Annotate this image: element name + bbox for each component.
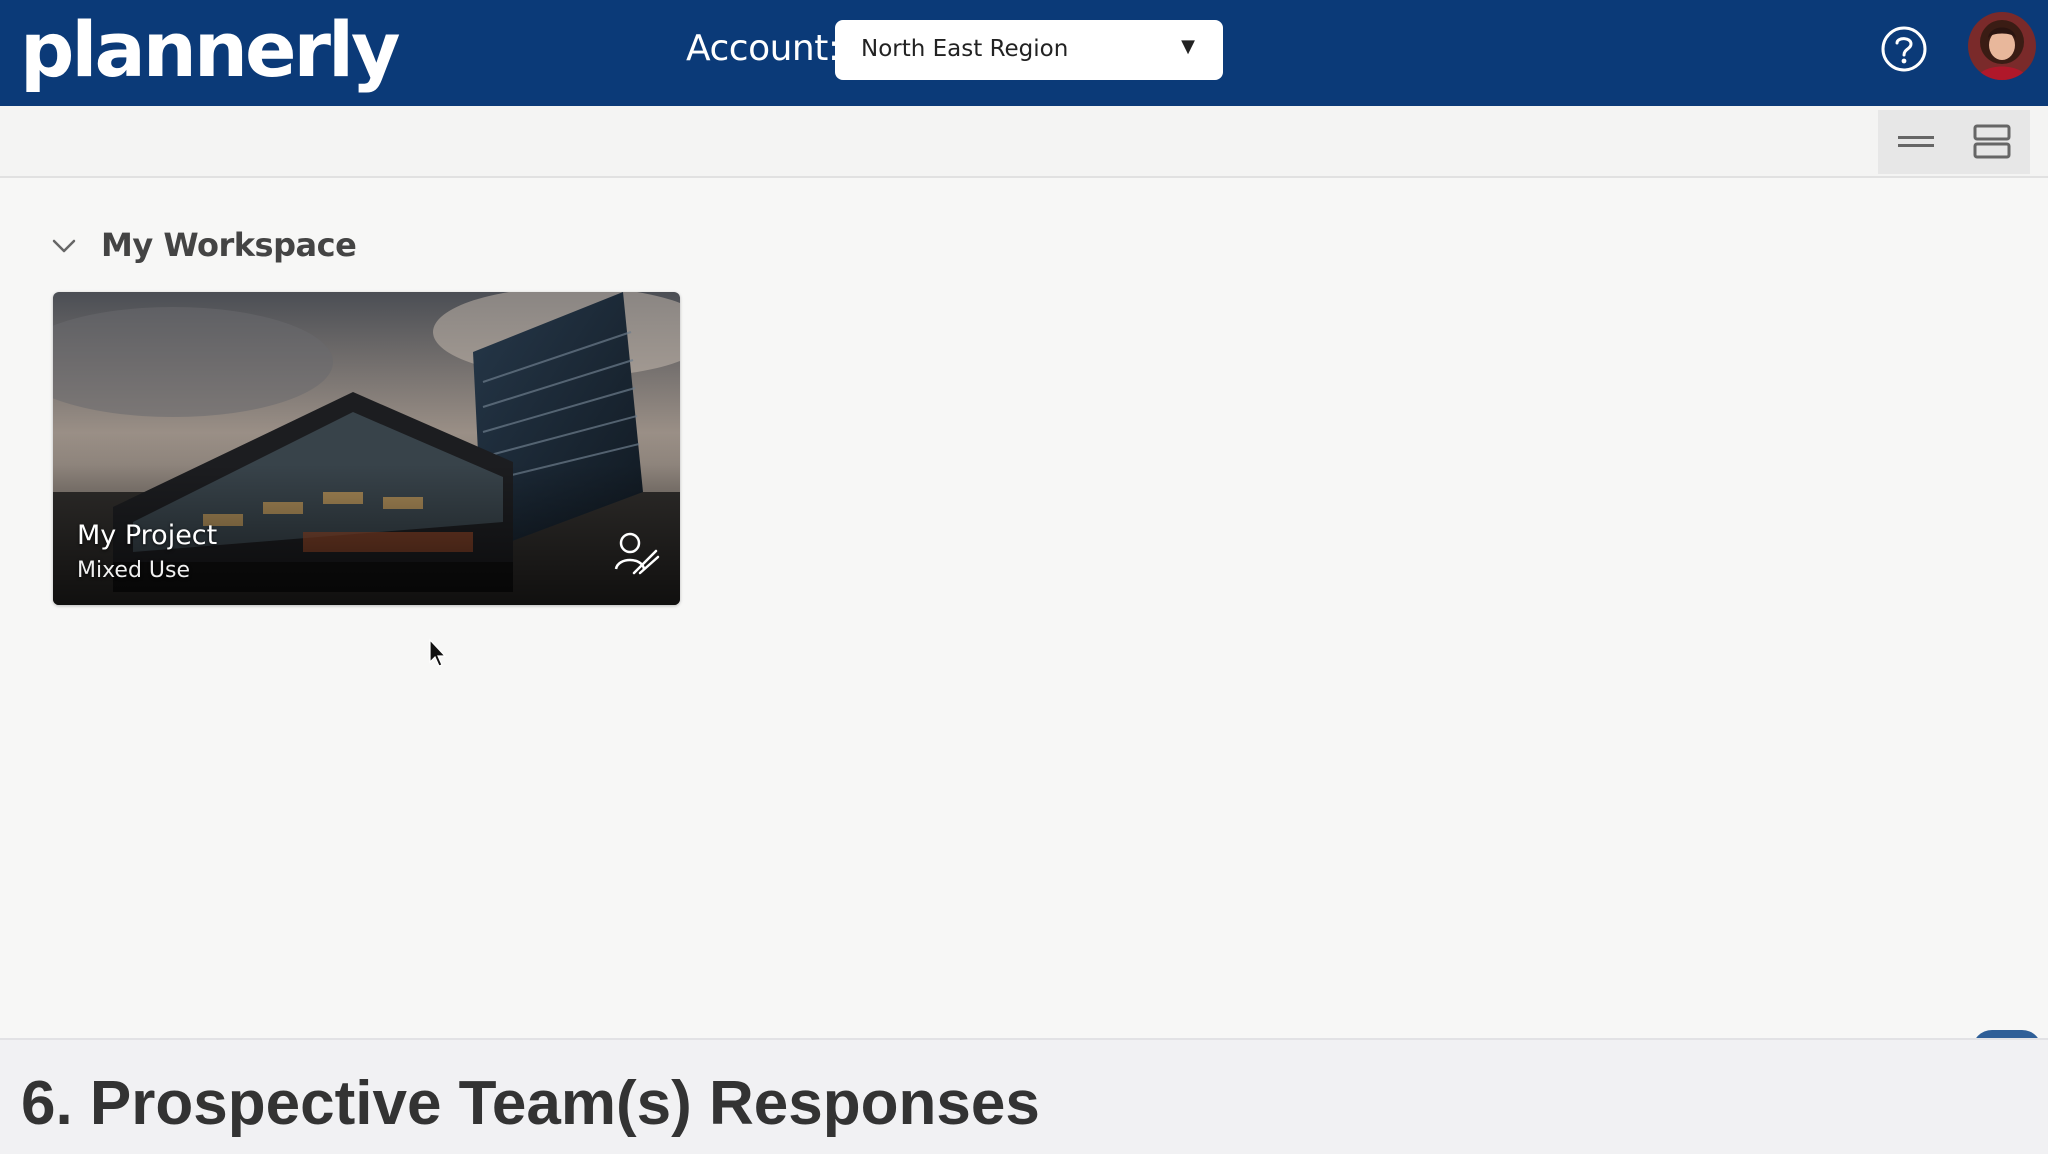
- account-label: Account:: [686, 28, 840, 69]
- toolbar: [0, 106, 2048, 178]
- help-circle-icon[interactable]: [1880, 25, 1928, 73]
- project-subtitle: Mixed Use: [77, 558, 191, 583]
- view-toggle: [1878, 110, 2030, 174]
- top-header: plannerly Account: North East Region ▼: [0, 0, 2048, 106]
- rows-view-icon[interactable]: [1970, 122, 2014, 162]
- caption-band: 6. Prospective Team(s) Responses: [0, 1038, 2048, 1154]
- section-title: My Workspace: [101, 226, 357, 264]
- account-select-value: North East Region: [861, 36, 1069, 62]
- caret-down-icon: ▼: [1181, 36, 1195, 57]
- plannerly-logo[interactable]: plannerly: [20, 0, 401, 100]
- mouse-cursor-icon: [429, 638, 447, 667]
- team-icon[interactable]: [612, 529, 662, 579]
- caption-text: 6. Prospective Team(s) Responses: [21, 1069, 1040, 1138]
- chevron-down-icon[interactable]: [50, 236, 78, 256]
- project-title: My Project: [77, 520, 218, 551]
- user-avatar[interactable]: [1968, 12, 2036, 80]
- project-card[interactable]: My Project Mixed Use: [53, 292, 680, 605]
- account-select[interactable]: North East Region ▼: [835, 20, 1223, 80]
- list-view-icon[interactable]: [1894, 122, 1938, 162]
